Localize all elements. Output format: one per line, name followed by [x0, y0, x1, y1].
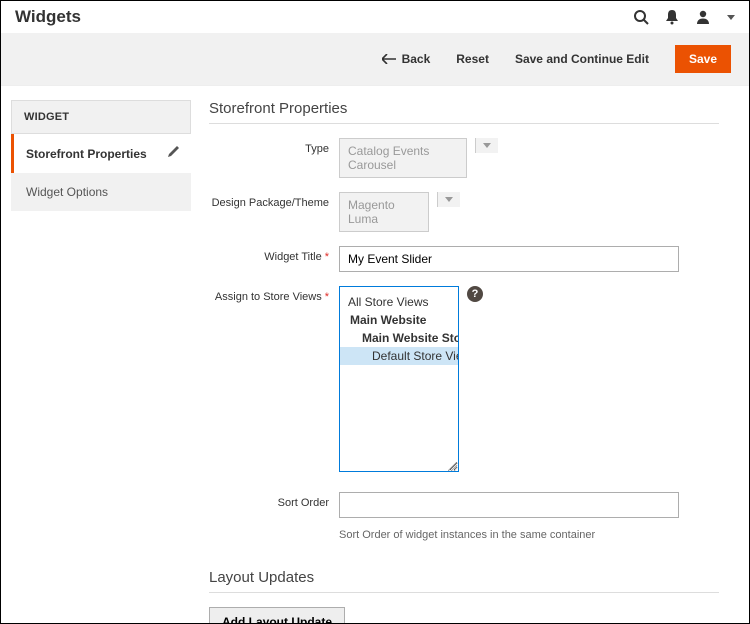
- save-button[interactable]: Save: [675, 45, 731, 73]
- store-option-main-website[interactable]: Main Website: [340, 311, 458, 329]
- content: Storefront Properties Type Catalog Event…: [209, 100, 739, 624]
- arrow-left-icon: [382, 54, 396, 64]
- label-assign: Assign to Store Views*: [209, 286, 339, 303]
- help-icon[interactable]: ?: [467, 286, 483, 302]
- store-option-main-website-store[interactable]: Main Website Store: [340, 329, 458, 347]
- pencil-icon[interactable]: [167, 146, 179, 161]
- divider: [209, 123, 719, 124]
- sidebar: WIDGET Storefront Properties Widget Opti…: [11, 100, 191, 624]
- sidebar-item-storefront-properties[interactable]: Storefront Properties: [11, 134, 191, 173]
- sidebar-item-widget-options[interactable]: Widget Options: [11, 173, 191, 211]
- widget-title-input[interactable]: [339, 246, 679, 272]
- account-dropdown-caret[interactable]: [727, 15, 735, 20]
- sidebar-item-label: Widget Options: [26, 185, 108, 199]
- action-bar: Back Reset Save and Continue Edit Save: [1, 33, 749, 86]
- sort-order-input[interactable]: [339, 492, 679, 518]
- field-sort: Sort Order of widget instances in the sa…: [339, 492, 719, 541]
- label-theme: Design Package/Theme: [209, 192, 339, 209]
- row-assign: Assign to Store Views* All Store Views M…: [209, 286, 719, 472]
- divider: [209, 592, 719, 593]
- reset-button[interactable]: Reset: [456, 52, 489, 66]
- section-title-layout: Layout Updates: [209, 569, 719, 586]
- sidebar-heading: WIDGET: [11, 100, 191, 134]
- section-title-storefront: Storefront Properties: [209, 100, 719, 117]
- chevron-down-icon: [475, 138, 498, 153]
- page-title: Widgets: [15, 7, 633, 27]
- resize-handle-icon[interactable]: [448, 461, 458, 471]
- row-type: Type Catalog Events Carousel: [209, 138, 719, 178]
- label-type: Type: [209, 138, 339, 155]
- row-theme: Design Package/Theme Magento Luma: [209, 192, 719, 232]
- field-assign: All Store Views Main Website Main Websit…: [339, 286, 483, 472]
- field-type: Catalog Events Carousel: [339, 138, 498, 178]
- field-title: [339, 246, 719, 272]
- header-icons: [633, 9, 735, 25]
- store-option-all[interactable]: All Store Views: [340, 293, 458, 311]
- row-sort: Sort Order Sort Order of widget instance…: [209, 492, 719, 541]
- search-icon[interactable]: [633, 9, 649, 25]
- back-label: Back: [402, 52, 431, 66]
- account-icon[interactable]: [695, 9, 711, 25]
- add-layout-update-button[interactable]: Add Layout Update: [209, 607, 345, 624]
- field-theme: Magento Luma: [339, 192, 460, 232]
- chevron-down-icon: [437, 192, 460, 207]
- type-select: Catalog Events Carousel: [339, 138, 467, 178]
- label-title: Widget Title*: [209, 246, 339, 263]
- label-sort: Sort Order: [209, 492, 339, 509]
- save-continue-button[interactable]: Save and Continue Edit: [515, 52, 649, 66]
- layout-updates-section: Layout Updates Add Layout Update: [209, 569, 719, 624]
- sidebar-item-label: Storefront Properties: [26, 147, 147, 161]
- back-button[interactable]: Back: [382, 52, 431, 66]
- row-title: Widget Title*: [209, 246, 719, 272]
- sort-order-hint: Sort Order of widget instances in the sa…: [339, 529, 595, 541]
- notifications-icon[interactable]: [665, 9, 679, 25]
- theme-select: Magento Luma: [339, 192, 429, 232]
- store-views-listbox[interactable]: All Store Views Main Website Main Websit…: [339, 286, 459, 472]
- page-header: Widgets: [1, 1, 749, 33]
- store-option-default-store-view[interactable]: Default Store View: [340, 347, 458, 365]
